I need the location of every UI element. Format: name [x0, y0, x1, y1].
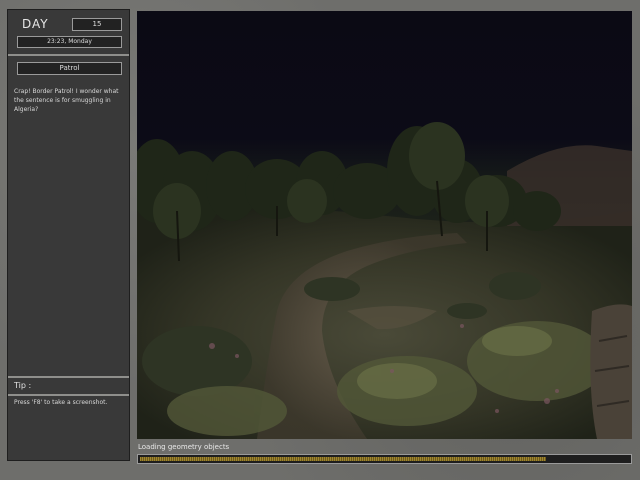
- game-viewport: [137, 11, 632, 439]
- tip-text: Press 'F8' to take a screenshot.: [14, 399, 108, 406]
- game-frame: DAY 15 23:23, Monday Patrol Crap! Border…: [0, 0, 640, 480]
- night-forest-scene: [137, 122, 632, 439]
- info-panel: DAY 15 23:23, Monday Patrol Crap! Border…: [7, 9, 130, 461]
- day-header: DAY 15 23:23, Monday: [8, 10, 129, 56]
- day-number: 15: [72, 18, 122, 31]
- loading-progress-fill: [140, 457, 546, 461]
- loading-label: Loading geometry objects: [138, 443, 230, 451]
- event-title: Patrol: [17, 62, 122, 75]
- tip-label: Tip :: [14, 381, 32, 390]
- tip-header: Tip :: [8, 376, 129, 396]
- time-display: 23:23, Monday: [17, 36, 122, 48]
- event-description: Crap! Border Patrol! I wonder what the s…: [14, 88, 119, 113]
- day-label: DAY: [22, 17, 49, 31]
- loading-progress-bar: [137, 454, 632, 464]
